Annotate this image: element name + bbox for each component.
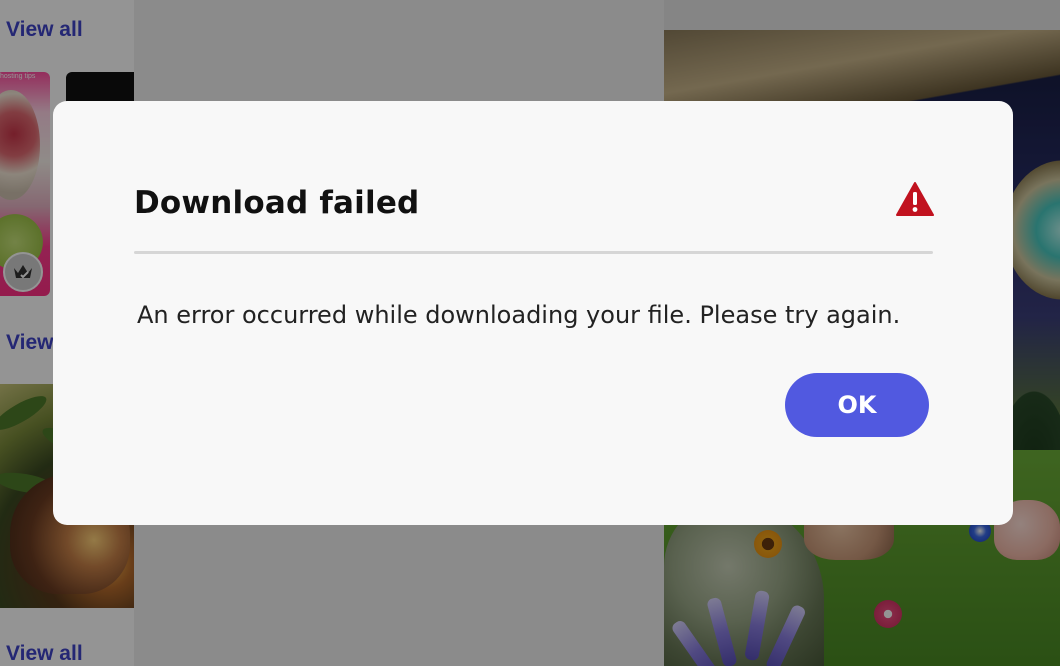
dialog-title: Download failed [134,185,420,221]
dialog-divider [134,251,933,254]
app-page: View all hosting tips View View all Down… [0,0,1060,666]
error-dialog: Download failed An error occurred while … [53,101,1013,525]
warning-triangle-icon [896,182,934,216]
dialog-message: An error occurred while downloading your… [137,301,901,329]
ok-button[interactable]: OK [785,373,929,437]
